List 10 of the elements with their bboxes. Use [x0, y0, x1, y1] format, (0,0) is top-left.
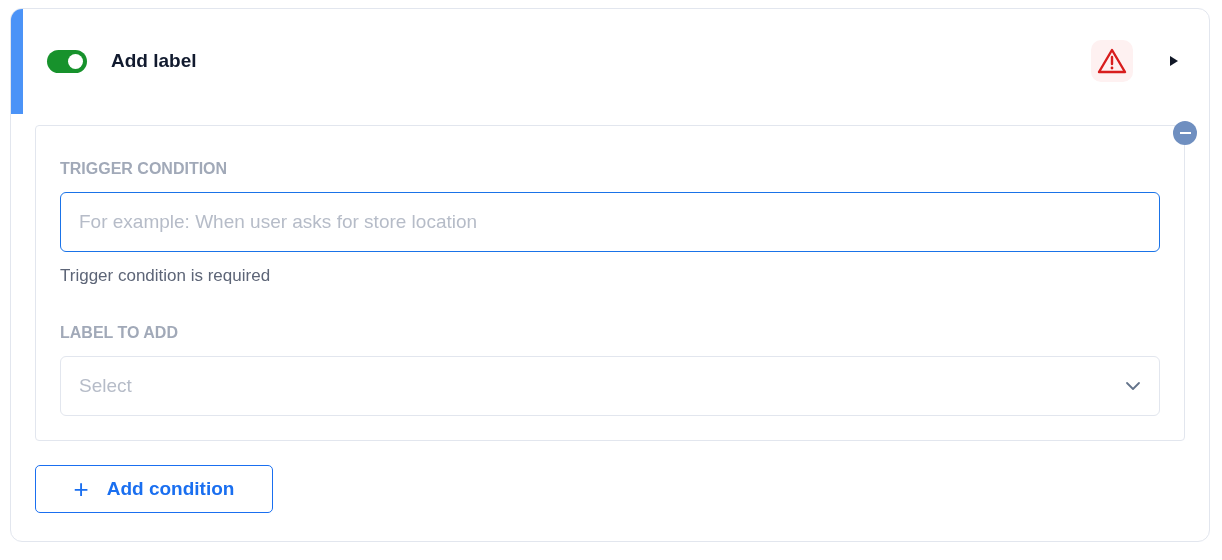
remove-condition-button[interactable]: [1173, 121, 1197, 145]
chevron-down-icon: [1125, 381, 1141, 391]
expand-arrow-icon[interactable]: [1169, 55, 1179, 67]
field-label: LABEL TO ADD: [60, 324, 179, 342]
trigger-condition-field[interactable]: For example: When user asks for store location: [60, 192, 1160, 252]
enable-toggle[interactable]: [47, 49, 87, 73]
field-label: TRIGGER CONDITION: [60, 160, 229, 178]
rule-title: Add label: [111, 50, 197, 72]
add-condition-button[interactable]: + Add condition: [35, 465, 273, 513]
error-message: Trigger condition is required: [60, 266, 272, 286]
